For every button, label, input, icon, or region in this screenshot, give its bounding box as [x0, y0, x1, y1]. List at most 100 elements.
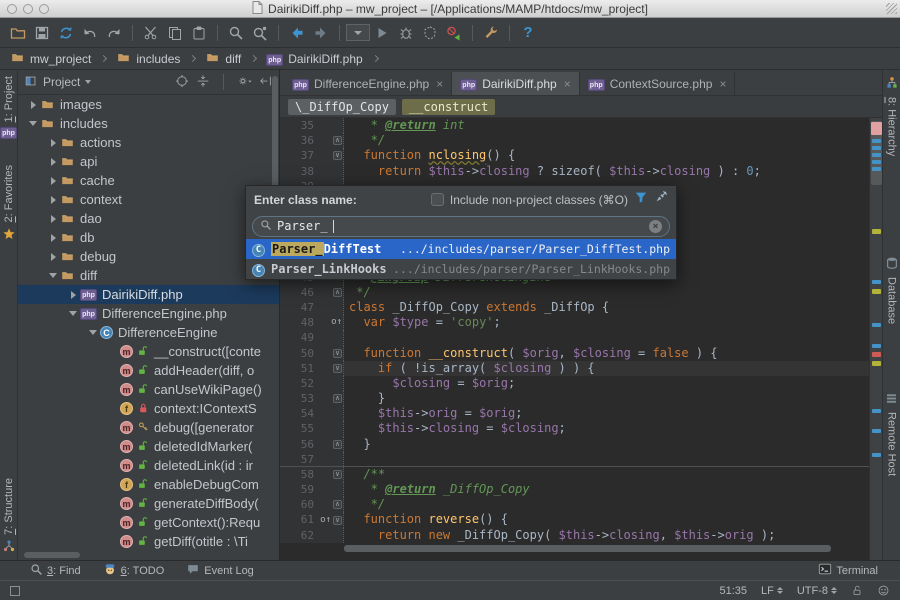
tree-item-deletedlinkidir[interactable]: mdeletedLink(id : ir [18, 456, 279, 475]
include-non-project-checkbox[interactable] [431, 193, 444, 206]
project-panel-title[interactable]: Project [43, 75, 80, 89]
tree-item-context[interactable]: context [18, 190, 279, 209]
editor-breadcrumb-chip[interactable]: __construct [402, 99, 495, 115]
copy-icon[interactable] [163, 22, 187, 44]
tab-contextsourcephp[interactable]: phpContextSource.php× [580, 72, 736, 95]
gutter-fold-column[interactable]: ∨ [320, 361, 344, 376]
tree-item-getdiffotitleti[interactable]: mgetDiff(otitle : \Ti [18, 532, 279, 551]
find-usages-icon[interactable] [248, 22, 272, 44]
clear-search-icon[interactable]: × [649, 220, 662, 233]
tree-item-getcontextrequ[interactable]: mgetContext():Requ [18, 513, 279, 532]
breadcrumb-item[interactable]: includes [114, 51, 182, 67]
tree-item-contexticontexts[interactable]: fcontext:IContextS [18, 399, 279, 418]
tree-item-db[interactable]: db [18, 228, 279, 247]
error-stripe-mark[interactable] [872, 289, 881, 294]
stripe-button-favorites[interactable]: 2: Favorites [2, 165, 16, 243]
error-stripe-mark[interactable] [872, 167, 881, 171]
tree-item-includes[interactable]: includes [18, 114, 279, 133]
error-stripe-mark[interactable] [872, 429, 881, 433]
filter-icon[interactable] [634, 190, 648, 209]
project-view-dropdown-icon[interactable] [85, 80, 91, 84]
breadcrumb-item[interactable]: mw_project [8, 51, 93, 67]
open-folder-icon[interactable] [6, 22, 30, 44]
toolwindow-button-find[interactable]: 3: Find [30, 563, 81, 579]
tree-item-__constructconte[interactable]: m__construct([conte [18, 342, 279, 361]
gutter-fold-column[interactable] [320, 528, 344, 543]
error-stripe-mark[interactable] [872, 352, 881, 357]
back-icon[interactable] [285, 22, 309, 44]
checkbox-label[interactable]: Include non-project classes (⌘O) [450, 193, 628, 207]
gutter-fold-column[interactable] [320, 406, 344, 421]
toggle-tool-buttons[interactable] [10, 586, 20, 596]
tree-item-deletedidmarker[interactable]: mdeletedIdMarker( [18, 437, 279, 456]
gutter-fold-column[interactable]: ∧ [320, 437, 344, 452]
toolwindow-button-terminal[interactable]: Terminal [818, 562, 878, 579]
gutter-fold-column[interactable] [320, 330, 344, 345]
coverage-icon[interactable] [418, 22, 442, 44]
stripe-button-project[interactable]: 1: Projectphp [0, 76, 17, 139]
class-search-input[interactable]: Parser_ × [252, 216, 670, 237]
error-stripe-mark[interactable] [872, 146, 881, 150]
tab-dairikidiffphp[interactable]: phpDairikiDiff.php× [452, 72, 580, 95]
toolwindow-button-eventlog[interactable]: Event Log [186, 562, 254, 579]
error-stripe-mark[interactable] [872, 344, 881, 348]
gutter-fold-column[interactable] [320, 300, 344, 315]
fold-marker-icon[interactable]: ∧ [333, 394, 342, 403]
synchronize-icon[interactable] [54, 22, 78, 44]
error-stripe-mark[interactable] [872, 453, 881, 457]
close-tab-icon[interactable]: × [564, 77, 571, 91]
run-icon[interactable] [370, 22, 394, 44]
class-result-item[interactable]: CParser_DiffTest.../includes/parser/Pars… [246, 239, 676, 259]
gutter-fold-column[interactable]: ∧ [320, 133, 344, 148]
tree-item-generatediffbody[interactable]: mgenerateDiffBody( [18, 494, 279, 513]
tree-item-addheaderdiffo[interactable]: maddHeader(diff, o [18, 361, 279, 380]
error-stripe-mark[interactable] [872, 409, 881, 413]
gutter-fold-column[interactable] [320, 118, 344, 133]
collapse-all-button[interactable] [196, 74, 210, 91]
fold-marker-icon[interactable]: ∨ [333, 349, 342, 358]
tree-item-differenceenginephp[interactable]: phpDifferenceEngine.php [18, 304, 279, 323]
redo-icon[interactable] [102, 22, 126, 44]
error-stripe-mark[interactable] [872, 361, 881, 366]
resize-grip[interactable] [886, 3, 897, 14]
fold-marker-icon[interactable]: ∧ [333, 136, 342, 145]
debug-icon[interactable] [394, 22, 418, 44]
paste-icon[interactable] [187, 22, 211, 44]
gutter-fold-column[interactable] [320, 482, 344, 497]
settings-icon[interactable] [479, 22, 503, 44]
fold-marker-icon[interactable]: ∨ [333, 470, 342, 479]
save-all-icon[interactable] [30, 22, 54, 44]
gutter-fold-column[interactable]: ∧ [320, 285, 344, 300]
error-stripe-mark[interactable] [872, 139, 881, 143]
error-stripe-mark[interactable] [872, 153, 881, 157]
help-icon[interactable]: ? [516, 22, 540, 44]
minimize-window-button[interactable] [23, 4, 33, 14]
toolwindow-button-todo[interactable]: 6: TODO [103, 562, 165, 579]
close-tab-icon[interactable]: × [719, 77, 726, 91]
tree-item-differenceengine[interactable]: CDifferenceEngine [18, 323, 279, 342]
tree-item-canusewikipage[interactable]: mcanUseWikiPage() [18, 380, 279, 399]
tree-item-dairikidiffphp[interactable]: phpDairikiDiff.php [18, 285, 279, 304]
gutter-fold-column[interactable]: o↑∨ [320, 512, 344, 527]
fold-marker-icon[interactable]: ∨ [333, 151, 342, 160]
pin-icon[interactable] [654, 190, 668, 209]
tree-item-cache[interactable]: cache [18, 171, 279, 190]
tree-horizontal-scrollbar[interactable] [24, 552, 80, 558]
error-stripe-mark[interactable] [871, 122, 882, 135]
find-icon[interactable] [224, 22, 248, 44]
gutter-fold-column[interactable] [320, 452, 344, 466]
gutter-fold-column[interactable] [320, 421, 344, 436]
profile-icon[interactable] [442, 22, 466, 44]
class-result-item[interactable]: CParser_LinkHooks.../includes/parser/Par… [246, 259, 676, 279]
close-window-button[interactable] [7, 4, 17, 14]
line-separator-selector[interactable]: LF [761, 585, 783, 597]
tree-item-actions[interactable]: actions [18, 133, 279, 152]
encoding-selector[interactable]: UTF-8 [797, 585, 837, 597]
gutter-fold-column[interactable]: ∨ [320, 346, 344, 361]
readonly-lock-icon[interactable] [851, 584, 863, 597]
hide-panel-button[interactable] [259, 74, 273, 91]
gutter-fold-column[interactable]: ∨ [320, 467, 344, 482]
error-stripe-mark[interactable] [872, 229, 881, 234]
tree-item-enabledebugcom[interactable]: fenableDebugCom [18, 475, 279, 494]
gutter-fold-column[interactable]: ∨ [320, 148, 344, 163]
